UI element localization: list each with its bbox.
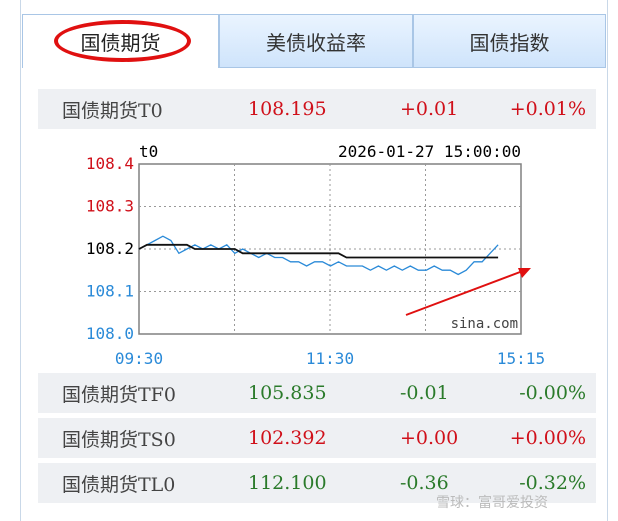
x-tick-label: 09:30 — [115, 349, 163, 368]
y-tick-label: 108.4 — [86, 154, 134, 173]
frame-right-border — [607, 0, 608, 521]
quote-change: -0.01 — [400, 382, 449, 404]
tab-us-treasury-yield[interactable]: 美债收益率 — [219, 14, 413, 68]
tab-divider — [219, 67, 606, 68]
quote-pct: -0.00% — [519, 382, 586, 404]
quote-name: 国债期货T0 — [62, 99, 163, 122]
quote-row-tf0[interactable]: 国债期货TF0 105.835 -0.01 -0.00% — [38, 373, 596, 413]
watermark: 雪球：富哥爱投资 — [436, 495, 548, 511]
y-axis-ticks: 108.4 108.3 108.2 108.1 108.0 — [86, 154, 134, 343]
chart-source: sina.com — [451, 316, 518, 332]
chart-svg: t0 2026-01-27 15:00:00 sina.com 108.4108… — [86, 142, 545, 368]
quote-price: 108.195 — [248, 98, 327, 120]
quote-row-ts0[interactable]: 国债期货TS0 102.392 +0.00 +0.00% — [38, 418, 596, 458]
intraday-chart: t0 2026-01-27 15:00:00 sina.com 108.4 108… — [84, 140, 554, 370]
tab-bond-index[interactable]: 国债指数 — [413, 14, 606, 68]
quote-price: 102.392 — [248, 427, 327, 449]
y-tick-label: 108.2 — [86, 239, 134, 258]
quote-pct: +0.00% — [509, 427, 586, 449]
chart-datetime: 2026-01-27 15:00:00 — [338, 142, 521, 161]
y-tick-label: 108.3 — [86, 197, 134, 216]
quote-pct: -0.32% — [519, 472, 586, 494]
quote-name: 国债期货TL0 — [62, 473, 176, 496]
x-axis-ticks: 09:30 11:30 15:15 — [115, 349, 545, 368]
quote-price: 105.835 — [248, 382, 327, 404]
highlight-circle-annotation — [54, 20, 191, 62]
quote-name: 国债期货TF0 — [62, 383, 176, 406]
quote-name: 国债期货TS0 — [62, 428, 176, 451]
quote-pct: +0.01% — [509, 98, 586, 120]
x-tick-label: 11:30 — [306, 349, 354, 368]
tab-label: 国债指数 — [469, 30, 550, 55]
y-tick-label: 108.0 — [86, 324, 134, 343]
chart-symbol: t0 — [139, 142, 158, 161]
quote-change: +0.01 — [400, 98, 459, 120]
frame-left-border — [20, 0, 21, 521]
quote-change: +0.00 — [400, 427, 459, 449]
tab-label: 美债收益率 — [266, 30, 366, 55]
quote-price: 112.100 — [248, 472, 327, 494]
quote-change: -0.36 — [400, 472, 449, 494]
y-tick-label: 108.1 — [86, 282, 134, 301]
quote-row-t0[interactable]: 国债期货T0 108.195 +0.01 +0.01% — [38, 89, 596, 129]
x-tick-label: 15:15 — [497, 349, 545, 368]
